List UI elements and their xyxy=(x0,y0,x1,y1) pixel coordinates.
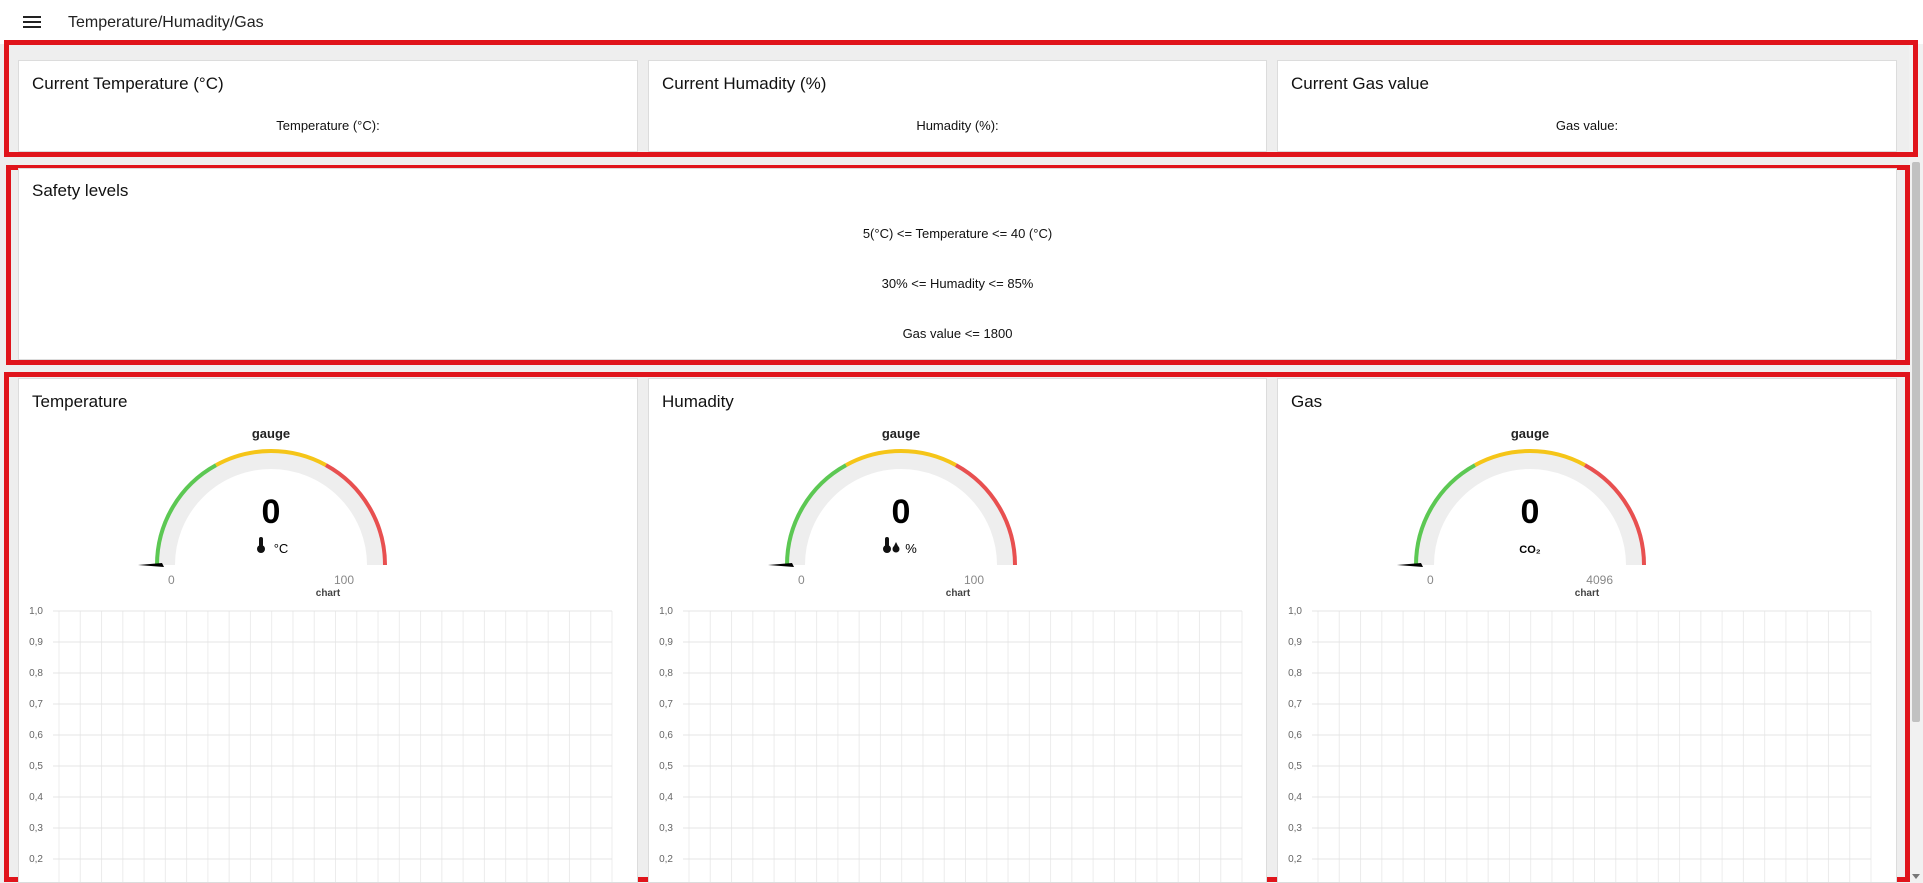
y-tick-label: 0,3 xyxy=(1288,823,1302,834)
y-tick-label: 0,2 xyxy=(29,854,43,865)
gauge-value: 0 xyxy=(892,493,911,531)
hamburger-menu-icon[interactable] xyxy=(22,14,42,30)
scrollbar-thumb[interactable] xyxy=(1912,162,1920,722)
humadity-card: Humadity gauge 0% 0 100 chart 1,0 0,9 0,8 0,7… xyxy=(648,378,1267,883)
y-tick-label: 0,8 xyxy=(659,668,673,679)
y-tick-label: 0,6 xyxy=(659,730,673,741)
safety-line-gas: Gas value <= 1800 xyxy=(902,326,1013,341)
current-humadity-card: Current Humadity (%) Humadity (%): xyxy=(648,60,1267,152)
y-tick-label: 0,9 xyxy=(29,637,43,648)
y-tick-label: 0,7 xyxy=(29,699,43,710)
current-gas-card: Current Gas value Gas value: xyxy=(1277,60,1897,152)
gauge-unit: °C xyxy=(274,541,289,556)
y-tick-label: 0,6 xyxy=(1288,730,1302,741)
gauge-needle xyxy=(1397,563,1423,567)
gauge-needle xyxy=(138,563,164,567)
gauge-value: 0 xyxy=(1521,493,1540,531)
card-title: Current Temperature (°C) xyxy=(32,74,224,93)
line-chart: 1,0 0,9 0,8 0,7 0,6 0,5 0,4 0,3 0,2 xyxy=(659,606,1243,882)
card-title: Current Gas value xyxy=(1291,74,1429,93)
gauge-dial: 0% 0 100 xyxy=(768,449,1017,587)
safety-line-temperature: 5(°C) <= Temperature <= 40 (°C) xyxy=(862,226,1053,241)
line-chart: 1,0 0,9 0,8 0,7 0,6 0,5 0,4 0,3 0,2 xyxy=(1288,606,1872,882)
gauge-label: gauge xyxy=(881,426,921,441)
gauge-unit: % xyxy=(905,541,917,556)
humadity-value-label: Humadity (%): xyxy=(916,118,999,133)
line-chart: 1,0 0,9 0,8 0,7 0,6 0,5 0,4 0,3 0,2 xyxy=(29,606,613,882)
toolbar: Temperature/Humadity/Gas xyxy=(0,0,1923,44)
y-tick-label: 1,0 xyxy=(29,606,43,617)
safety-levels-card: Safety levels 5(°C) <= Temperature <= 40… xyxy=(18,168,1897,360)
card-title: Gas xyxy=(1291,392,1323,411)
card-title: Safety levels xyxy=(32,181,129,200)
y-tick-label: 0,9 xyxy=(1288,637,1302,648)
gauge-unit: CO₂ xyxy=(1519,544,1541,556)
safety-line-humadity: 30% <= Humadity <= 85% xyxy=(881,276,1034,291)
y-tick-label: 0,7 xyxy=(659,699,673,710)
y-tick-label: 0,4 xyxy=(29,792,43,803)
page-title: Temperature/Humadity/Gas xyxy=(68,14,264,31)
current-temperature-card: Current Temperature (°C) Temperature (°C… xyxy=(18,60,638,152)
gauge-max-label: 100 xyxy=(334,573,354,587)
thermometer-drops-icon xyxy=(883,537,900,553)
gauge-value: 0 xyxy=(262,493,281,531)
y-tick-label: 0,8 xyxy=(29,668,43,679)
scrollbar[interactable] xyxy=(1909,44,1923,883)
card-title: Humadity xyxy=(662,392,734,411)
gauge-min-label: 0 xyxy=(168,573,175,587)
gauge-min-label: 0 xyxy=(798,573,805,587)
y-tick-label: 0,2 xyxy=(659,854,673,865)
y-tick-label: 0,8 xyxy=(1288,668,1302,679)
temperature-value-label: Temperature (°C): xyxy=(276,118,380,133)
y-tick-label: 0,6 xyxy=(29,730,43,741)
y-tick-label: 0,7 xyxy=(1288,699,1302,710)
temperature-card: Temperature gauge 0 °C 0 100 chart 1,0 0,9 0,… xyxy=(18,378,638,883)
gauge-max-label: 100 xyxy=(964,573,984,587)
y-tick-label: 0,5 xyxy=(659,761,673,772)
gauge-label: gauge xyxy=(1510,426,1550,441)
y-tick-label: 0,3 xyxy=(29,823,43,834)
gauge-dial: 0 CO₂ 0 4096 xyxy=(1397,449,1646,587)
y-tick-label: 0,5 xyxy=(1288,761,1302,772)
gas-value-label: Gas value: xyxy=(1555,118,1619,133)
card-title: Temperature xyxy=(32,392,128,411)
thermometer-icon xyxy=(257,537,265,553)
y-tick-label: 1,0 xyxy=(1288,606,1302,617)
gas-card: Gas gauge 0 CO₂ 0 4096 chart 1,0 0,9 0,8 0,7 0,… xyxy=(1277,378,1897,883)
gauge-min-label: 0 xyxy=(1427,573,1434,587)
y-tick-label: 0,3 xyxy=(659,823,673,834)
y-tick-label: 1,0 xyxy=(659,606,673,617)
y-tick-label: 0,4 xyxy=(659,792,673,803)
gauge-needle xyxy=(768,563,794,567)
y-tick-label: 0,9 xyxy=(659,637,673,648)
y-tick-label: 0,5 xyxy=(29,761,43,772)
gauge-label: gauge xyxy=(251,426,291,441)
gauge-dial: 0 °C 0 100 xyxy=(138,449,387,587)
card-title: Current Humadity (%) xyxy=(662,74,827,93)
y-tick-label: 0,4 xyxy=(1288,792,1302,803)
gauge-max-label: 4096 xyxy=(1586,573,1613,587)
scroll-down-icon[interactable] xyxy=(1912,874,1920,879)
y-tick-label: 0,2 xyxy=(1288,854,1302,865)
